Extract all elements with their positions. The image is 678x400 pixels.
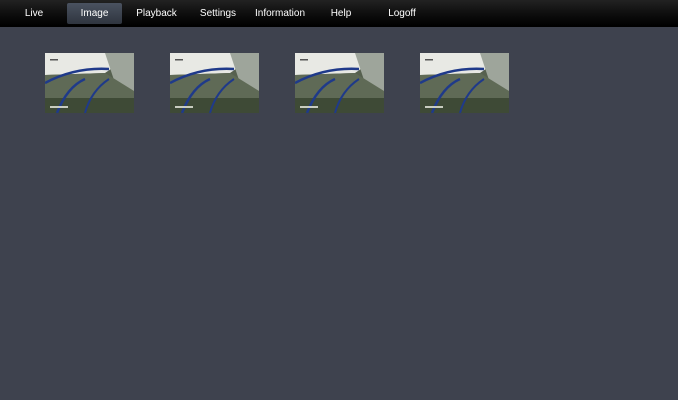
top-nav-bar: Live Image Playback Settings Information… [0,0,678,27]
nav-settings[interactable]: Settings [194,3,242,24]
nav-logoff[interactable]: Logoff [380,3,424,24]
snapshot-image [420,53,509,113]
snapshot-image [295,53,384,113]
nav-playback[interactable]: Playback [130,3,183,24]
nav-image[interactable]: Image [67,3,122,24]
snapshot-thumbnail[interactable] [45,53,134,113]
nav-help[interactable]: Help [325,3,357,24]
snapshot-thumbnail[interactable] [420,53,509,113]
snapshot-thumbnail[interactable] [295,53,384,113]
nav-live[interactable]: Live [14,3,54,24]
snapshot-thumbnail[interactable] [170,53,259,113]
snapshot-image [170,53,259,113]
nav-information[interactable]: Information [250,3,310,24]
snapshot-image [45,53,134,113]
